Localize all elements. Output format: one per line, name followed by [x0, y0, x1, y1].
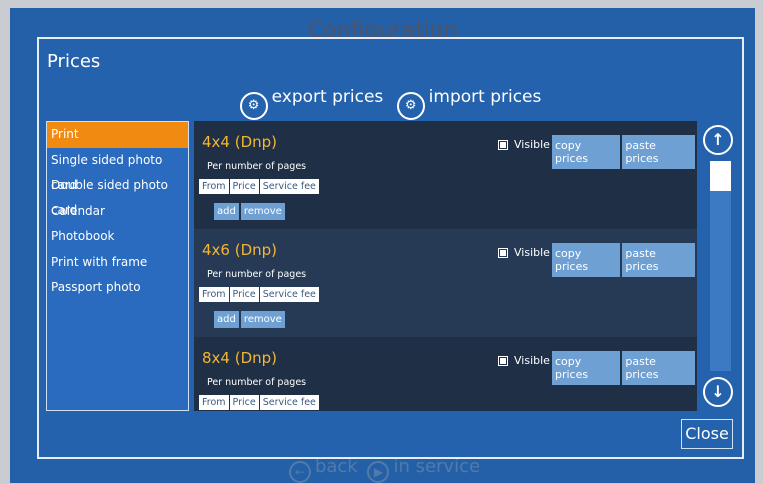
export-prices-label: export prices: [271, 87, 384, 107]
background-footer: ← back ▶ in service: [10, 456, 755, 483]
visible-checkbox[interactable]: [498, 139, 508, 150]
import-prices-button[interactable]: ⚙ import prices: [396, 87, 542, 120]
product-subtitle: Per number of pages: [207, 269, 307, 280]
visible-label: Visible: [514, 354, 550, 367]
column-header-from: From: [199, 179, 229, 194]
dialog-title: Prices: [47, 51, 101, 72]
back-label[interactable]: back: [315, 456, 358, 477]
gear-icon: ⚙: [239, 92, 268, 120]
column-header-price: Price: [229, 395, 259, 410]
visible-label: Visible: [514, 138, 550, 151]
visible-toggle[interactable]: Visible: [498, 138, 550, 151]
remove-row-button[interactable]: remove: [240, 203, 285, 220]
price-table-header: From Price Service fee: [199, 179, 320, 194]
arrow-up-circle-icon[interactable]: ↑: [703, 125, 733, 155]
copy-prices-button[interactable]: copy prices: [552, 351, 621, 385]
product-category-list: Print Single sided photo card Double sid…: [46, 121, 189, 411]
scroll-thumb[interactable]: [710, 161, 731, 191]
column-header-service-fee: Service fee: [259, 287, 319, 302]
price-table-header: From Price Service fee: [199, 395, 320, 410]
visible-checkbox[interactable]: [498, 247, 508, 258]
arrow-left-circle-icon[interactable]: ←: [288, 461, 311, 483]
sidebar-item-passport-photo[interactable]: Passport photo: [47, 275, 188, 301]
product-name: 4x6 (Dnp): [202, 241, 278, 259]
product-name: 4x4 (Dnp): [202, 133, 278, 151]
scroll-track[interactable]: [710, 161, 731, 371]
paste-prices-button[interactable]: paste prices: [622, 351, 695, 385]
sidebar-item-calendar[interactable]: Calendar: [47, 199, 188, 225]
copy-paste-buttons: copy prices paste prices: [552, 243, 697, 277]
export-prices-button[interactable]: ⚙ export prices: [239, 87, 384, 120]
product-subtitle: Per number of pages: [207, 377, 307, 388]
paste-prices-button[interactable]: paste prices: [622, 135, 695, 169]
product-row: 4x4 (Dnp) Per number of pages From Price…: [194, 121, 697, 229]
column-header-from: From: [199, 287, 229, 302]
column-header-from: From: [199, 395, 229, 410]
play-circle-icon[interactable]: ▶: [367, 461, 390, 483]
paste-prices-button[interactable]: paste prices: [622, 243, 695, 277]
product-name: 8x4 (Dnp): [202, 349, 278, 367]
sidebar-item-print[interactable]: Print: [47, 122, 188, 148]
copy-paste-buttons: copy prices paste prices: [552, 135, 697, 169]
column-header-service-fee: Service fee: [259, 395, 319, 410]
vertical-scrollbar[interactable]: ↑ ↓: [702, 121, 736, 411]
arrow-down-circle-icon[interactable]: ↓: [703, 377, 733, 407]
visible-toggle[interactable]: Visible: [498, 246, 550, 259]
sidebar-item-single-sided-photo-card[interactable]: Single sided photo card: [47, 148, 188, 192]
visible-label: Visible: [514, 246, 550, 259]
row-buttons: add remove: [214, 203, 287, 220]
import-prices-label: import prices: [428, 87, 542, 107]
copy-prices-button[interactable]: copy prices: [552, 135, 621, 169]
column-header-service-fee: Service fee: [259, 179, 319, 194]
sidebar-item-double-sided-photo-card[interactable]: Double sided photo card: [47, 173, 188, 217]
product-price-list: 4x4 (Dnp) Per number of pages From Price…: [194, 121, 697, 411]
product-row: 4x6 (Dnp) Per number of pages From Price…: [194, 229, 697, 337]
column-header-price: Price: [229, 179, 259, 194]
app-screen: Configuration ← back ▶ in service Prices ⚙…: [0, 0, 763, 484]
add-row-button[interactable]: add: [214, 203, 239, 220]
copy-paste-buttons: copy prices paste prices: [552, 351, 697, 385]
gear-icon: ⚙: [396, 92, 425, 120]
column-header-price: Price: [229, 287, 259, 302]
service-label[interactable]: in service: [393, 456, 480, 477]
remove-row-button[interactable]: remove: [240, 311, 285, 328]
visible-toggle[interactable]: Visible: [498, 354, 550, 367]
row-buttons: add remove: [214, 311, 287, 328]
product-row: 8x4 (Dnp) Per number of pages From Price…: [194, 337, 697, 411]
visible-checkbox[interactable]: [498, 355, 508, 366]
import-export-bar: ⚙ export prices ⚙ import prices: [39, 87, 742, 120]
copy-prices-button[interactable]: copy prices: [552, 243, 621, 277]
product-subtitle: Per number of pages: [207, 161, 307, 172]
sidebar-item-photobook[interactable]: Photobook: [47, 224, 188, 250]
sidebar-item-print-with-frame[interactable]: Print with frame: [47, 250, 188, 276]
prices-dialog: Prices ⚙ export prices ⚙ import prices Pri…: [37, 37, 744, 459]
price-table-header: From Price Service fee: [199, 287, 320, 302]
add-row-button[interactable]: add: [214, 311, 239, 328]
close-button[interactable]: Close: [681, 419, 733, 449]
